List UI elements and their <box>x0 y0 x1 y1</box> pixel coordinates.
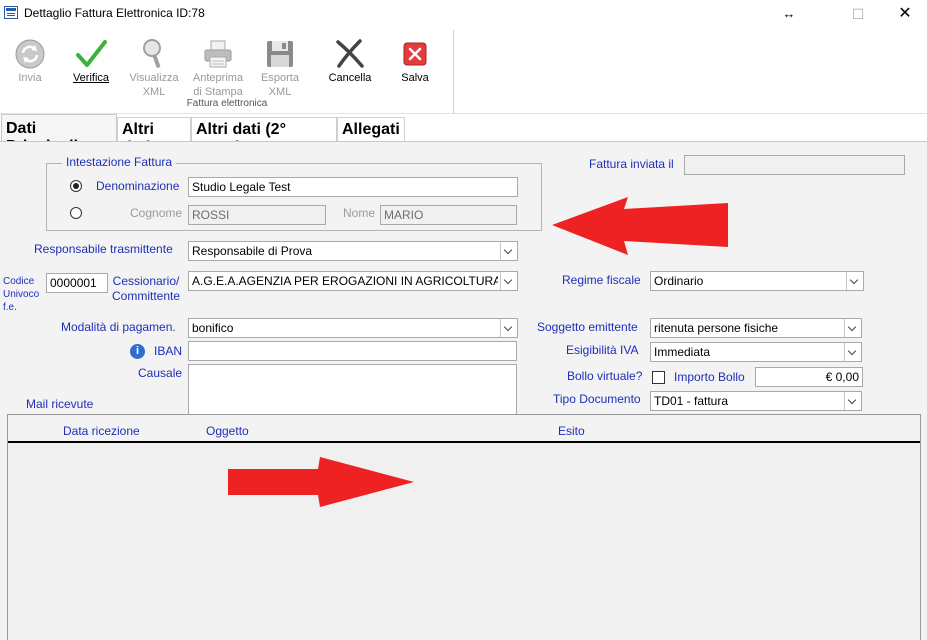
iban-field[interactable] <box>188 341 517 361</box>
tipo-documento-value: TD01 - fattura <box>654 394 729 408</box>
mail-ricevute-grid[interactable] <box>7 414 921 640</box>
red-close-box-icon <box>403 42 427 66</box>
importo-bollo-field[interactable]: € 0,00 <box>755 367 863 387</box>
chevron-down-icon[interactable] <box>844 319 861 337</box>
salva-label: Salva <box>401 72 429 84</box>
modalita-pagamento-value: bonifico <box>192 321 234 335</box>
maximize-button[interactable]: ☐ <box>840 2 876 26</box>
bollo-virtuale-label: Bollo virtuale? <box>567 369 643 383</box>
soggetto-emittente-combo[interactable]: ritenuta persone fisiche <box>650 318 862 338</box>
fattura-inviata-label: Fattura inviata il <box>589 157 674 171</box>
annotation-arrow-left-icon <box>552 197 728 255</box>
cessionario-value: A.G.E.A.AGENZIA PER EROGAZIONI IN AGRICO… <box>192 274 498 288</box>
esporta-xml-label: Esporta XML <box>261 72 299 98</box>
responsabile-label: Responsabile trasmittente <box>34 242 173 256</box>
importo-bollo-label: Importo Bollo <box>674 370 745 384</box>
chevron-down-icon[interactable] <box>844 343 861 361</box>
regime-fiscale-combo[interactable]: Ordinario <box>650 271 864 291</box>
chevron-down-icon[interactable] <box>500 319 517 337</box>
chevron-down-icon[interactable] <box>500 272 517 290</box>
app-icon <box>4 6 18 19</box>
mail-ricevute-label: Mail ricevute <box>26 397 94 411</box>
esigibilita-iva-label: Esigibilità IVA <box>566 343 639 357</box>
esigibilita-iva-value: Immediata <box>654 345 711 359</box>
tab-altri-dati[interactable]: Altri dati <box>117 117 191 156</box>
denominazione-radio[interactable] <box>70 180 82 192</box>
visualizza-xml-label: Visualizza XML <box>129 72 179 98</box>
denominazione-label: Denominazione <box>96 179 180 193</box>
annotation-arrow-right-icon <box>228 457 414 507</box>
grid-header <box>8 415 920 443</box>
invia-label: Invia <box>18 72 42 84</box>
nome-field[interactable]: MARIO <box>380 205 517 225</box>
tipo-documento-combo[interactable]: TD01 - fattura <box>650 391 862 411</box>
anteprima-stampa-label: Anteprima di Stampa <box>192 72 244 98</box>
soggetto-emittente-value: ritenuta persone fisiche <box>654 321 779 335</box>
causale-textarea[interactable] <box>188 364 517 416</box>
codice-univoco-field[interactable]: 0000001 <box>46 273 108 293</box>
cognome-label: Cognome <box>130 206 183 220</box>
tab-dati-principali[interactable]: Dati Principali <box>1 114 117 155</box>
nome-label: Nome <box>343 206 376 220</box>
ribbon-toolbar: Invia Verifica Visualizza XML Anteprima … <box>0 28 927 114</box>
column-header-data-ricezione[interactable]: Data ricezione <box>63 424 140 438</box>
magnifier-icon <box>143 39 161 68</box>
ribbon-group-separator <box>453 30 454 114</box>
printer-icon <box>204 40 232 68</box>
denominazione-field[interactable]: Studio Legale Test <box>188 177 518 197</box>
modalita-pagamento-combo[interactable]: bonifico <box>188 318 518 338</box>
regime-fiscale-label: Regime fiscale <box>562 273 641 287</box>
regime-fiscale-value: Ordinario <box>654 274 704 288</box>
cessionario-label: Cessionario/ Committente <box>112 274 181 303</box>
cross-icon <box>336 39 364 68</box>
ribbon-group-label: Fattura elettronica <box>186 98 268 109</box>
info-icon[interactable]: i <box>130 344 145 359</box>
resize-icon[interactable]: ↔ <box>771 2 807 26</box>
esigibilita-iva-combo[interactable]: Immediata <box>650 342 862 362</box>
sync-icon <box>15 39 45 69</box>
checkmark-icon <box>76 40 107 67</box>
column-header-oggetto[interactable]: Oggetto <box>206 424 249 438</box>
column-header-esito[interactable]: Esito <box>558 424 585 438</box>
floppy-disk-icon <box>267 41 293 67</box>
window-title: Dettaglio Fattura Elettronica ID:78 <box>24 6 205 20</box>
intestazione-group-title: Intestazione Fattura <box>62 155 177 169</box>
bollo-virtuale-checkbox[interactable] <box>652 371 665 384</box>
cessionario-combo[interactable]: A.G.E.A.AGENZIA PER EROGAZIONI IN AGRICO… <box>188 271 518 291</box>
tab-altri-dati-2[interactable]: Altri dati (2° Parte) <box>191 117 337 156</box>
chevron-down-icon[interactable] <box>846 272 863 290</box>
close-button[interactable]: ✕ <box>887 2 923 26</box>
responsabile-value: Responsabile di Prova <box>192 244 313 258</box>
responsabile-combo[interactable]: Responsabile di Prova <box>188 241 518 261</box>
fattura-inviata-field[interactable] <box>684 155 905 175</box>
cancella-label: Cancella <box>328 72 372 84</box>
soggetto-emittente-label: Soggetto emittente <box>537 320 638 334</box>
chevron-down-icon[interactable] <box>844 392 861 410</box>
causale-label: Causale <box>138 366 183 380</box>
modalita-pagamento-label: Modalità di pagamen. <box>61 320 176 334</box>
chevron-down-icon[interactable] <box>500 242 517 260</box>
cognome-field[interactable]: ROSSI <box>188 205 326 225</box>
verifica-label: Verifica <box>72 72 110 84</box>
tipo-documento-label: Tipo Documento <box>553 392 641 406</box>
iban-label: IBAN <box>154 344 183 358</box>
cognome-nome-radio[interactable] <box>70 207 82 219</box>
codice-univoco-label: Codice Univoco f.e. <box>3 276 40 313</box>
tab-allegati[interactable]: Allegati <box>337 117 405 141</box>
